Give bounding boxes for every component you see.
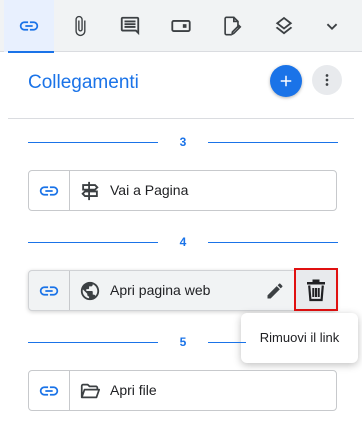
tab-layers[interactable]	[259, 0, 309, 52]
tab-form-fields[interactable]	[156, 0, 206, 52]
link-label: Vai a Pagina	[110, 182, 189, 198]
separator-line	[28, 342, 158, 343]
link-item[interactable]: Apri file	[28, 370, 337, 411]
panel-header: Collegamenti	[28, 65, 342, 97]
tab-links[interactable]	[4, 0, 54, 53]
link-icon	[39, 285, 59, 296]
tab-signatures[interactable]	[207, 0, 257, 52]
more-options-button[interactable]	[312, 65, 342, 95]
form-field-icon	[171, 20, 191, 32]
panel-title: Collegamenti	[28, 72, 139, 93]
chevron-down-icon	[326, 23, 338, 31]
delete-link-button[interactable]	[294, 268, 338, 311]
tab-attachments[interactable]	[55, 0, 105, 52]
tab-comments[interactable]	[105, 0, 155, 52]
signpost-icon	[81, 181, 99, 201]
link-item[interactable]: Apri pagina web	[28, 268, 338, 311]
page-separator: 3	[28, 135, 338, 149]
trash-icon	[307, 279, 325, 301]
link-label: Apri pagina web	[110, 282, 211, 298]
page-separator: 5	[28, 335, 338, 349]
comment-icon	[120, 16, 140, 36]
paperclip-icon	[75, 15, 86, 37]
separator-line	[28, 142, 158, 143]
separator-line	[208, 142, 338, 143]
plus-icon	[280, 75, 292, 87]
separator-line	[28, 242, 158, 243]
page-number: 3	[179, 135, 187, 149]
page-number: 5	[179, 335, 187, 349]
link-select-button[interactable]	[29, 371, 70, 410]
separator-line	[208, 242, 338, 243]
layers-icon	[275, 16, 293, 35]
signature-file-icon	[224, 16, 242, 36]
page-separator: 4	[28, 235, 338, 249]
separator-line	[208, 342, 246, 343]
folder-open-icon	[80, 383, 101, 399]
link-icon	[39, 185, 59, 196]
toolbar-tabs	[0, 0, 362, 53]
link-item[interactable]: Vai a Pagina	[28, 170, 337, 211]
header-divider	[8, 118, 354, 119]
tab-more-dropdown[interactable]	[307, 0, 357, 52]
link-label: Apri file	[110, 382, 157, 398]
link-icon	[39, 385, 59, 396]
link-select-button[interactable]	[29, 171, 70, 210]
page-number: 4	[179, 235, 187, 249]
globe-icon	[80, 281, 100, 301]
more-vertical-icon	[325, 74, 329, 86]
pencil-icon	[267, 283, 283, 299]
edit-link-button[interactable]	[263, 279, 287, 303]
link-icon	[19, 21, 39, 31]
link-select-button[interactable]	[29, 271, 70, 310]
add-link-button[interactable]	[270, 65, 302, 97]
